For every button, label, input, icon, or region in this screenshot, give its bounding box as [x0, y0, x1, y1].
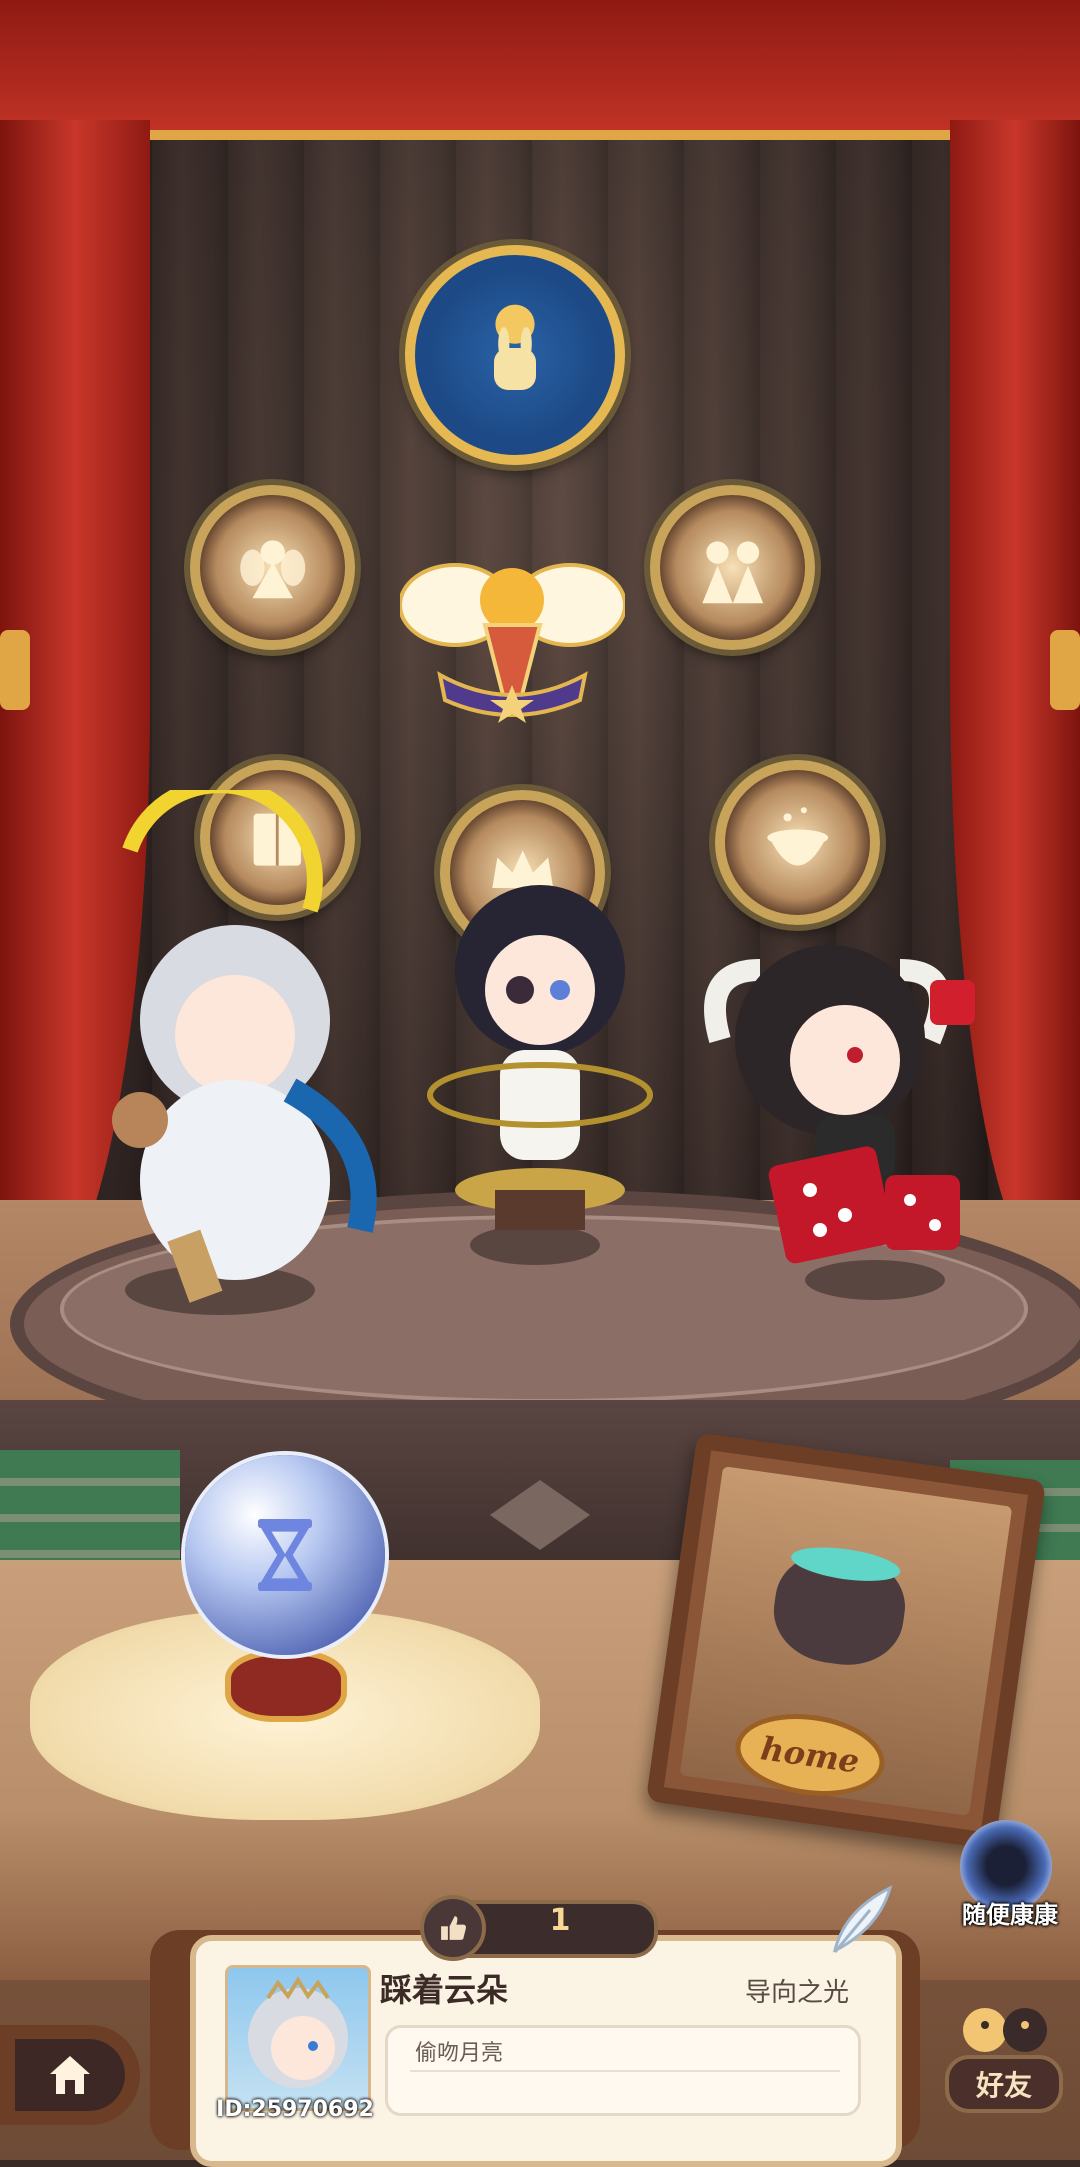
demon-girl-character[interactable] — [680, 910, 1000, 1270]
like-button[interactable] — [420, 1895, 486, 1961]
fairy-icon — [240, 540, 305, 598]
top-curtain — [0, 0, 1080, 140]
like-count: 1 — [549, 1903, 571, 1938]
cauldron-icon — [767, 806, 828, 866]
moon-rabbit-badge[interactable] — [405, 245, 625, 465]
user-id: ID:25970692 — [216, 2097, 374, 2122]
friends-label[interactable]: 好友 — [945, 2055, 1063, 2113]
dark-hair-girl-figure — [427, 885, 653, 1230]
username: 踩着云朵 — [380, 1971, 509, 2009]
fairy-badge[interactable] — [190, 485, 355, 650]
signature-text: 偷吻月亮 — [415, 2041, 504, 2066]
avatar-portrait — [248, 1976, 348, 2088]
avatar[interactable] — [225, 1965, 371, 2111]
player-title: 导向之光 — [745, 1978, 850, 2008]
cauldron-badge[interactable] — [715, 760, 880, 925]
demon-girl-figure — [704, 945, 975, 1264]
curtain-tie-right — [1050, 630, 1080, 710]
twins-icon — [702, 541, 763, 604]
rabbit-icon — [494, 304, 536, 390]
winged-torch-badge[interactable] — [398, 535, 627, 725]
twins-badge[interactable] — [650, 485, 815, 650]
winged-torch-icon — [398, 563, 627, 723]
edit-quill-button[interactable] — [820, 1880, 900, 1960]
crystal-ball-stand — [225, 1650, 347, 1722]
curtain-tie-left — [0, 630, 30, 710]
hourglass-icon — [258, 1519, 312, 1591]
random-visit-label[interactable]: 随便康康 — [940, 1895, 1080, 1930]
home-label: home — [758, 1729, 862, 1781]
crystal-ball-button[interactable] — [185, 1455, 385, 1655]
signature-divider — [410, 2070, 840, 2072]
house-icon — [50, 2056, 90, 2094]
angel-girl-figure — [112, 777, 377, 1303]
thumbs-up-icon — [441, 1916, 466, 1940]
dark-hair-girl-character[interactable] — [420, 860, 660, 1250]
angel-girl-character[interactable] — [60, 777, 400, 1310]
home-nav-button[interactable] — [0, 2025, 140, 2125]
home-nav-inner — [15, 2039, 125, 2111]
quill-icon — [832, 1885, 893, 1953]
